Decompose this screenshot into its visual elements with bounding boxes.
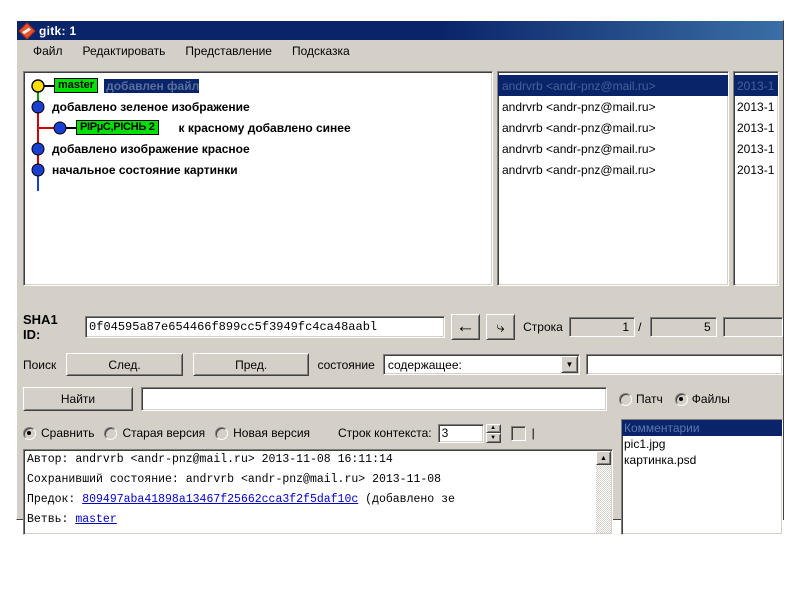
- diff-line-branch: Ветвь: master: [24, 510, 612, 530]
- diff-scrollbar[interactable]: ▲: [596, 451, 611, 533]
- gitk-window: gitk: 1 Файл Редактировать Представление…: [16, 20, 784, 535]
- context-lines-label: Строк контекста:: [338, 426, 432, 440]
- diff-committer-value: andrvrb <andr-pnz@mail.ru> 2013-11-08: [185, 473, 442, 486]
- search-mode-value: содержащее:: [387, 357, 462, 372]
- commit-message: добавлено зеленое изображение: [52, 99, 250, 114]
- sha-row-tail: [722, 317, 784, 337]
- date-cell: 2013-1: [737, 120, 775, 135]
- menu-item-view[interactable]: Представление: [175, 42, 282, 60]
- menu-item-file[interactable]: Файл: [23, 42, 73, 60]
- radio-files-label: Файлы: [691, 392, 730, 406]
- radio-patch-label: Патч: [636, 392, 663, 406]
- search-row: Поиск След. Пред. состояние содержащее: …: [23, 351, 783, 378]
- diff-parent-link[interactable]: 809497aba41898a13467f25662cca3f2f5daf10c: [82, 493, 358, 506]
- line-current: 1: [568, 317, 636, 337]
- menu-item-help[interactable]: Подсказка: [282, 42, 360, 60]
- diff-pane[interactable]: Автор: andrvrb <andr-pnz@mail.ru> 2013-1…: [23, 449, 613, 535]
- search-prev-button[interactable]: Пред.: [192, 353, 310, 376]
- window-title: gitk: 1: [39, 23, 77, 38]
- radio-files[interactable]: [674, 392, 688, 406]
- scroll-up-icon[interactable]: ▲: [596, 451, 611, 465]
- arrow-left-icon[interactable]: ←: [450, 314, 480, 340]
- search-mode-combo[interactable]: содержащее: ▼: [382, 354, 580, 375]
- date-cell: 2013-1: [734, 75, 778, 96]
- radio-compare-label: Сравнить: [41, 426, 95, 440]
- context-lines-input[interactable]: 3: [437, 423, 484, 443]
- radio-new-version[interactable]: [215, 426, 229, 440]
- menu-bar: Файл Редактировать Представление Подсказ…: [17, 40, 783, 63]
- radio-patch[interactable]: [619, 392, 632, 406]
- commit-message: начальное состояние картинки: [52, 162, 238, 177]
- author-cell: andrvrb <andr-pnz@mail.ru>: [502, 99, 656, 114]
- commit-graph-area: master добавлен файл добавлено зеленое и…: [23, 71, 779, 286]
- commit-message: добавлено изображение красное: [52, 141, 250, 156]
- commit-row-3[interactable]: добавлено изображение красное: [24, 138, 492, 159]
- git-diamond-icon: [18, 22, 36, 39]
- date-cell: 2013-1: [737, 162, 775, 177]
- author-cell: andrvrb <andr-pnz@mail.ru>: [502, 120, 656, 135]
- diff-line-parent: Предок: 809497aba41898a13467f25662cca3f2…: [24, 490, 612, 510]
- line-total: 5: [650, 317, 717, 337]
- branch-tag-master[interactable]: master: [54, 78, 99, 93]
- branch-tag-secondary[interactable]: PIPµC‚PICHЬ 2: [76, 120, 159, 135]
- commit-row-4[interactable]: начальное состояние картинки: [24, 159, 492, 180]
- author-column-pane[interactable]: andrvrb <andr-pnz@mail.ru> andrvrb <andr…: [497, 71, 729, 286]
- diff-line-author: Автор: andrvrb <andr-pnz@mail.ru> 2013-1…: [24, 450, 612, 470]
- author-cell: andrvrb <andr-pnz@mail.ru>: [502, 162, 656, 177]
- commit-row-1[interactable]: добавлено зеленое изображение: [24, 96, 492, 117]
- diff-author-label: Автор:: [27, 453, 69, 466]
- chevron-down-icon[interactable]: ▼: [560, 356, 578, 373]
- diff-author-value: andrvrb <andr-pnz@mail.ru> 2013-11-08 16…: [75, 453, 393, 466]
- search-state-label: состояние: [317, 357, 375, 372]
- radio-compare[interactable]: [23, 426, 36, 440]
- commit-list-pane[interactable]: master добавлен файл добавлено зеленое и…: [23, 71, 493, 286]
- commit-rows: master добавлен файл добавлено зеленое и…: [24, 72, 492, 180]
- compare-row-pipe: |: [531, 426, 535, 440]
- diff-branch-link[interactable]: master: [75, 513, 116, 526]
- date-column-pane[interactable]: 2013-1 2013-1 2013-1 2013-1 2013-1: [733, 71, 779, 286]
- file-list-item[interactable]: pic1.jpg: [622, 436, 782, 452]
- diff-parent-tail: (добавлено зе: [365, 493, 455, 506]
- radio-new-version-label: Новая версия: [233, 426, 311, 440]
- diff-committer-label: Сохранивший состояние:: [27, 473, 179, 486]
- file-list-item[interactable]: картинка.psd: [622, 452, 782, 468]
- find-button[interactable]: Найти: [23, 387, 133, 411]
- search-tail-entry[interactable]: [585, 354, 783, 375]
- radio-old-version[interactable]: [104, 426, 118, 440]
- diff-branch-label: Ветвь:: [27, 513, 69, 526]
- diff-parent-label: Предок:: [27, 493, 76, 506]
- author-cell: andrvrb <andr-pnz@mail.ru>: [502, 141, 656, 156]
- spin-down-icon[interactable]: ▼: [485, 433, 501, 443]
- date-cell: 2013-1: [737, 141, 775, 156]
- compare-checkbox[interactable]: [510, 425, 526, 441]
- search-next-button[interactable]: След.: [66, 353, 183, 376]
- line-label: Строка: [523, 320, 563, 334]
- spin-up-icon[interactable]: ▲: [485, 423, 501, 433]
- search-label: Поиск: [23, 357, 57, 372]
- commit-message: добавлен файл: [104, 78, 200, 93]
- commit-row-0[interactable]: master добавлен файл: [24, 75, 492, 96]
- commit-row-2[interactable]: PIPµC‚PICHЬ 2 к красному добавлено синее: [24, 117, 492, 138]
- radio-old-version-label: Старая версия: [122, 426, 206, 440]
- menu-item-edit[interactable]: Редактировать: [73, 42, 176, 60]
- line-separator: /: [638, 320, 642, 334]
- find-input[interactable]: [141, 387, 607, 411]
- file-list-item[interactable]: Комментарии: [622, 420, 782, 436]
- date-cell: 2013-1: [737, 99, 775, 114]
- title-bar: gitk: 1: [17, 21, 783, 40]
- radio-group-patch-files: Патч Файлы: [619, 392, 730, 406]
- context-lines-stepper[interactable]: ▲ ▼: [485, 423, 501, 443]
- sha-label: SHA1 ID:: [23, 312, 58, 342]
- sha-row: SHA1 ID: 0f04595a87e654466f899cc5f3949fc…: [23, 312, 784, 342]
- sha-input[interactable]: 0f04595a87e654466f899cc5f3949fc4ca48aabl: [85, 316, 445, 338]
- commit-message: к красному добавлено синее: [178, 120, 351, 135]
- diff-line-committer: Сохранивший состояние: andrvrb <andr-pnz…: [24, 470, 612, 490]
- file-list-pane[interactable]: Комментарии pic1.jpg картинка.psd: [621, 419, 783, 535]
- author-cell: andrvrb <andr-pnz@mail.ru>: [498, 75, 728, 96]
- arrow-right-icon[interactable]: ⤷: [485, 314, 516, 340]
- find-row: Найти Патч Файлы: [23, 385, 783, 413]
